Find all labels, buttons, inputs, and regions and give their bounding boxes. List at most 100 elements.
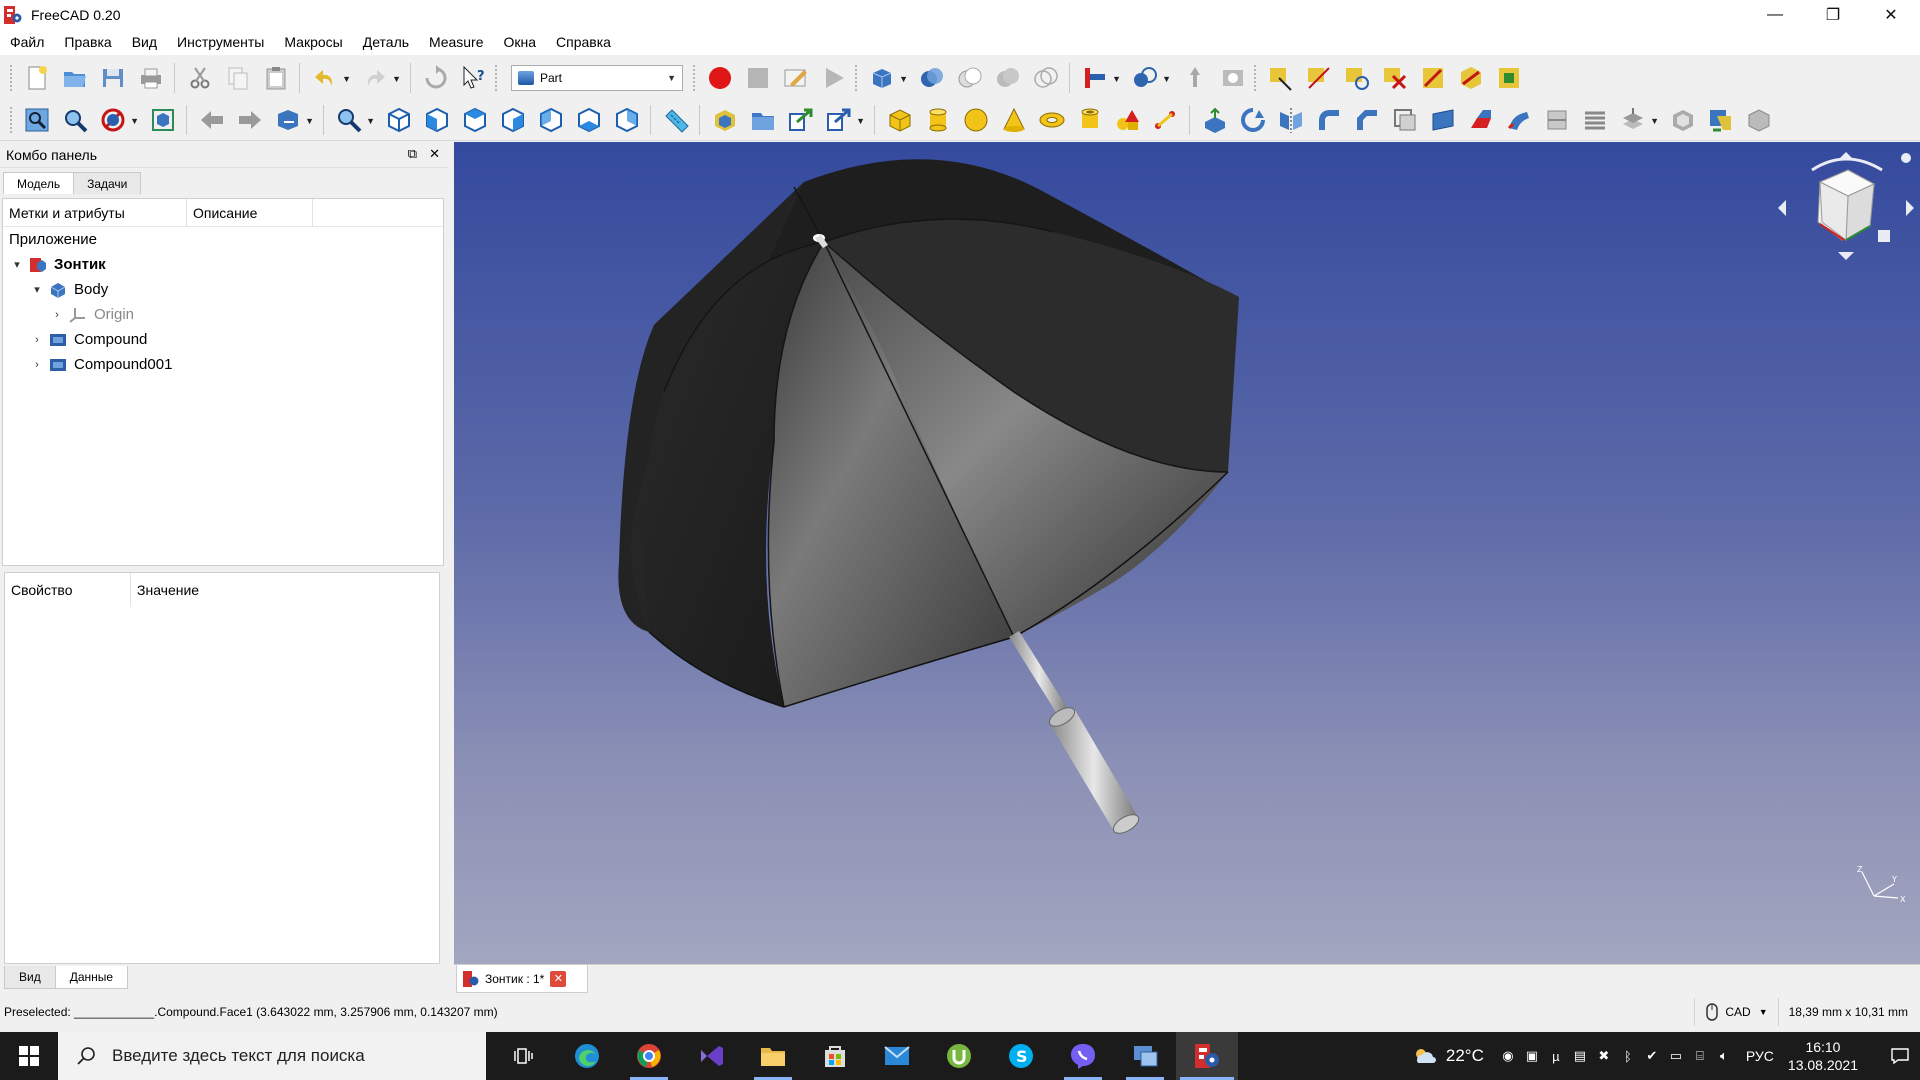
taskbar-chrome[interactable]: [618, 1032, 680, 1080]
network-icon[interactable]: ⌸: [1691, 1047, 1709, 1065]
fillet-button[interactable]: [1312, 103, 1346, 137]
tree-item-compound001[interactable]: › Compound001: [3, 352, 443, 377]
start-button[interactable]: [0, 1032, 58, 1080]
taskbar-skype[interactable]: S: [990, 1032, 1052, 1080]
clock[interactable]: 16:10 13.08.2021: [1788, 1038, 1858, 1074]
undo-button[interactable]: ▼: [308, 61, 351, 95]
clear-all-measure-button[interactable]: [1378, 61, 1412, 95]
prop-header-value[interactable]: Значение: [131, 582, 199, 598]
tab-model[interactable]: Модель: [3, 172, 75, 194]
toolbar-grip[interactable]: [10, 106, 14, 133]
print-button[interactable]: [134, 61, 168, 95]
chevron-down-icon[interactable]: ▾: [9, 258, 25, 271]
toolbar-grip[interactable]: [1254, 65, 1258, 91]
menu-file[interactable]: Файл: [0, 29, 54, 55]
rotate-left-icon[interactable]: [1778, 200, 1786, 216]
antivirus-tray-icon[interactable]: ✖: [1595, 1047, 1613, 1065]
draw-style-button[interactable]: ▼: [96, 103, 139, 137]
tree-header-description[interactable]: Описание: [187, 198, 313, 227]
language-indicator[interactable]: РУС: [1746, 1048, 1774, 1064]
make-link-button[interactable]: [784, 103, 818, 137]
menu-view[interactable]: Вид: [122, 29, 167, 55]
cut-shapes-button[interactable]: [953, 61, 987, 95]
forward-button[interactable]: [233, 103, 267, 137]
save-button[interactable]: [96, 61, 130, 95]
menu-part[interactable]: Деталь: [353, 29, 419, 55]
sphere-button[interactable]: [959, 103, 993, 137]
maximize-button[interactable]: ❐: [1804, 0, 1862, 29]
torus-button[interactable]: [1035, 103, 1069, 137]
taskbar-search[interactable]: Введите здесь текст для поиска: [58, 1032, 486, 1080]
record-macro-button[interactable]: [703, 61, 737, 95]
link-actions-button[interactable]: ▼: [271, 103, 314, 137]
toggle-delta-measure-button[interactable]: [1492, 61, 1526, 95]
close-window-button[interactable]: ✕: [1862, 0, 1920, 29]
extrude-button[interactable]: [1198, 103, 1232, 137]
projection-button[interactable]: [1704, 103, 1738, 137]
right-view-button[interactable]: [496, 103, 530, 137]
split-features-button[interactable]: ▼: [1128, 61, 1171, 95]
rear-view-button[interactable]: [534, 103, 568, 137]
display-tray-icon[interactable]: ▣: [1523, 1047, 1541, 1065]
front-view-button[interactable]: [420, 103, 454, 137]
workbench-selector[interactable]: Part ▼: [511, 65, 683, 91]
create-part-button[interactable]: [708, 103, 742, 137]
umbrella-model[interactable]: [454, 142, 1920, 964]
toolbar-grip[interactable]: [693, 65, 697, 91]
task-view-button[interactable]: [494, 1032, 556, 1080]
primitives-button[interactable]: [1111, 103, 1145, 137]
redo-button[interactable]: ▼: [358, 61, 401, 95]
float-panel-icon[interactable]: ⧉: [408, 146, 417, 162]
3d-viewport[interactable]: Z Y X: [454, 142, 1920, 964]
minimize-button[interactable]: —: [1746, 0, 1804, 29]
whats-this-button[interactable]: ?: [457, 61, 491, 95]
notification-center-button[interactable]: [1880, 1047, 1920, 1065]
weather-widget[interactable]: 22°C: [1412, 1046, 1484, 1066]
navigation-cube[interactable]: [1774, 146, 1919, 266]
left-view-button[interactable]: [610, 103, 644, 137]
tree-item-origin[interactable]: › Origin: [3, 302, 443, 327]
taskbar-visual-studio[interactable]: [680, 1032, 742, 1080]
shape-builder-button[interactable]: [1149, 103, 1183, 137]
close-tab-icon[interactable]: ✕: [550, 970, 567, 987]
revolve-button[interactable]: [1236, 103, 1270, 137]
taskbar-network-app[interactable]: [1114, 1032, 1176, 1080]
offset-button[interactable]: ▼: [1616, 103, 1659, 137]
cross-sections-button[interactable]: [1578, 103, 1612, 137]
close-panel-icon[interactable]: ✕: [429, 146, 440, 162]
utorrent-tray-icon[interactable]: µ: [1547, 1047, 1565, 1065]
new-document-button[interactable]: [20, 61, 54, 95]
bluetooth-icon[interactable]: ᛒ: [1619, 1047, 1637, 1065]
paste-button[interactable]: [259, 61, 293, 95]
attachment-button[interactable]: [1742, 103, 1776, 137]
menu-macros[interactable]: Макросы: [274, 29, 352, 55]
back-button[interactable]: [195, 103, 229, 137]
toggle-all-measure-button[interactable]: [1416, 61, 1450, 95]
tree-header-labels[interactable]: Метки и атрибуты: [3, 198, 187, 227]
chevron-right-icon[interactable]: ›: [29, 359, 45, 371]
volume-icon[interactable]: 🔈︎: [1715, 1047, 1733, 1065]
battery-icon[interactable]: ▭: [1667, 1047, 1685, 1065]
taskbar-mail[interactable]: [866, 1032, 928, 1080]
menu-tools[interactable]: Инструменты: [167, 29, 274, 55]
bounding-box-button[interactable]: [146, 103, 180, 137]
rotate-down-icon[interactable]: [1838, 252, 1854, 260]
make-face-button[interactable]: [1388, 103, 1422, 137]
mirror-button[interactable]: [1274, 103, 1308, 137]
thickness-button[interactable]: [1666, 103, 1700, 137]
tab-view[interactable]: Вид: [4, 966, 56, 989]
bottom-view-button[interactable]: [572, 103, 606, 137]
toolbar-grip[interactable]: [10, 65, 14, 91]
document-tab[interactable]: Зонтик : 1* ✕: [456, 965, 588, 993]
taskbar-store[interactable]: [804, 1032, 866, 1080]
isometric-view-button[interactable]: [382, 103, 416, 137]
box-button[interactable]: [883, 103, 917, 137]
tab-tasks[interactable]: Задачи: [73, 172, 142, 194]
common-button[interactable]: [1029, 61, 1063, 95]
loft-button[interactable]: [1464, 103, 1498, 137]
boolean-button[interactable]: [915, 61, 949, 95]
taskbar-edge[interactable]: [556, 1032, 618, 1080]
zoom-button[interactable]: ▼: [332, 103, 375, 137]
taskbar-file-explorer[interactable]: [742, 1032, 804, 1080]
taskbar-utorrent[interactable]: [928, 1032, 990, 1080]
